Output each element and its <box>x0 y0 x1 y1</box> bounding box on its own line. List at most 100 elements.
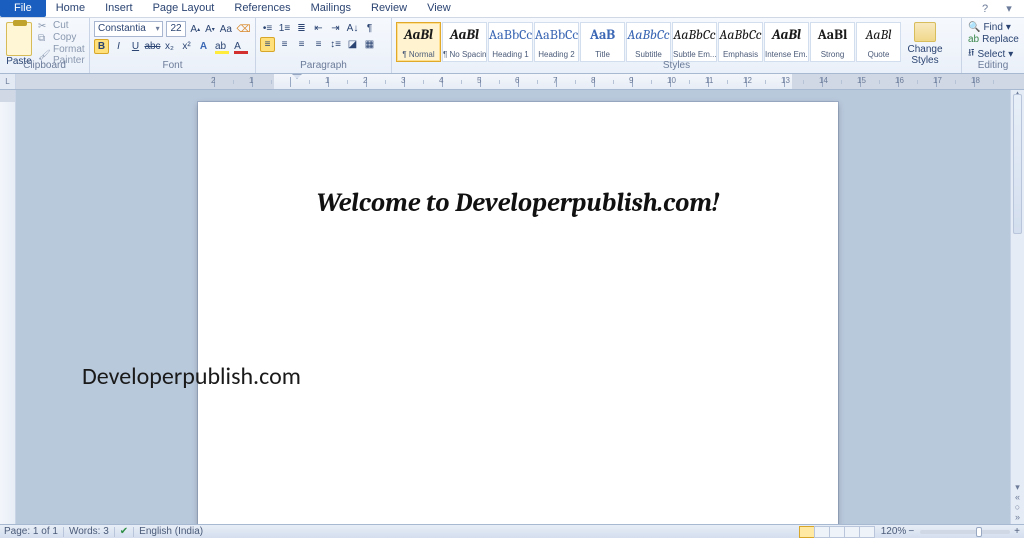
scroll-thumb[interactable] <box>1013 94 1022 234</box>
ruler-horizontal[interactable]: 21123456789101112131415161718 <box>16 74 1024 89</box>
ribbon-tabs: File Home Insert Page Layout References … <box>0 0 1024 18</box>
document-area: Welcome to Developerpublish.com! Develop… <box>0 90 1024 524</box>
align-right-button[interactable]: ≡ <box>294 37 309 52</box>
style-tile[interactable]: AaBbCcHeading 1 <box>488 22 533 62</box>
change-case-button[interactable]: Aa <box>219 22 233 37</box>
style-preview: AaBl <box>450 23 479 43</box>
group-clipboard: Paste ✂Cut ⧉Copy 🖌Format Painter Clipboa… <box>0 18 90 73</box>
tab-view[interactable]: View <box>417 0 461 17</box>
bullets-button[interactable]: •≡ <box>260 21 275 36</box>
shading-button[interactable]: ◪ <box>345 37 360 52</box>
ruler-horizontal-wrap: L 21123456789101112131415161718 <box>0 74 1024 90</box>
view-print-layout[interactable] <box>799 526 815 538</box>
window-controls: ? ▾ <box>976 0 1024 17</box>
text-effects-button[interactable]: A <box>196 39 211 54</box>
find-icon: 🔍 <box>968 22 980 33</box>
show-marks-button[interactable]: ¶ <box>362 21 377 36</box>
style-tile[interactable]: AaBlStrong <box>810 22 855 62</box>
group-font: Constantia▾ 22 A▴ A▾ Aa ⌫ B I U abc x₂ x… <box>90 18 256 73</box>
view-draft[interactable] <box>859 526 875 538</box>
clear-format-button[interactable]: ⌫ <box>236 22 251 37</box>
watermark-text: Developerpublish.com <box>82 362 301 391</box>
status-page[interactable]: Page: 1 of 1 <box>4 526 58 537</box>
zoom-in-button[interactable]: + <box>1014 526 1020 537</box>
status-language[interactable]: English (India) <box>139 526 203 537</box>
style-preview: AaBl <box>818 23 848 43</box>
replace-button[interactable]: abReplace <box>968 34 1018 45</box>
minimize-ribbon-icon[interactable]: ▾ <box>1000 2 1018 15</box>
tab-references[interactable]: References <box>224 0 300 17</box>
tab-file[interactable]: File <box>0 0 46 17</box>
style-preview: AaBbCc <box>673 23 715 43</box>
font-size-combo[interactable]: 22 <box>166 21 187 37</box>
style-tile[interactable]: AaBbCcHeading 2 <box>534 22 579 62</box>
shrink-font-button[interactable]: A▾ <box>204 22 216 37</box>
strikethrough-button[interactable]: abc <box>145 39 160 54</box>
multilevel-button[interactable]: ≣ <box>294 21 309 36</box>
proofing-icon[interactable]: ✔ <box>120 526 128 537</box>
style-tile[interactable]: AaBbCcEmphasis <box>718 22 763 62</box>
help-icon[interactable]: ? <box>976 3 994 15</box>
underline-button[interactable]: U <box>128 39 143 54</box>
align-center-button[interactable]: ≡ <box>277 37 292 52</box>
tab-review[interactable]: Review <box>361 0 417 17</box>
style-tile[interactable]: AaBlQuote <box>856 22 901 62</box>
style-preview: AaBl <box>772 23 801 43</box>
style-preview: AaBl <box>865 23 891 43</box>
align-left-button[interactable]: ≡ <box>260 37 275 52</box>
font-color-button[interactable]: A <box>230 39 245 54</box>
style-tile[interactable]: AaBTitle <box>580 22 625 62</box>
style-preview: AaBbCc <box>535 23 579 43</box>
style-tile[interactable]: AaBbCcSubtitle <box>626 22 671 62</box>
bold-button[interactable]: B <box>94 39 109 54</box>
document-page[interactable]: Welcome to Developerpublish.com! <box>198 102 838 524</box>
line-spacing-button[interactable]: ↕≡ <box>328 37 343 52</box>
style-tile[interactable]: AaBl¶ No Spacing <box>442 22 487 62</box>
zoom-slider[interactable] <box>920 530 1010 534</box>
status-words[interactable]: Words: 3 <box>69 526 109 537</box>
view-full-screen[interactable] <box>814 526 830 538</box>
paste-button[interactable] <box>6 22 32 56</box>
scrollbar-vertical[interactable]: ▴ ▾ « ○ » <box>1010 90 1024 524</box>
subscript-button[interactable]: x₂ <box>162 39 177 54</box>
ruler-vertical[interactable] <box>0 90 16 524</box>
style-preview: AaBbCc <box>627 23 669 43</box>
grow-font-button[interactable]: A▴ <box>189 22 201 37</box>
tab-home[interactable]: Home <box>46 0 95 17</box>
tab-mailings[interactable]: Mailings <box>301 0 361 17</box>
view-outline[interactable] <box>844 526 860 538</box>
zoom-out-button[interactable]: − <box>908 526 914 537</box>
style-tile[interactable]: AaBlIntense Em... <box>764 22 809 62</box>
tab-selector[interactable]: L <box>0 74 16 89</box>
next-page-icon[interactable]: » <box>1015 512 1020 522</box>
style-preview: AaBl <box>404 23 433 43</box>
group-label-font: Font <box>90 60 255 72</box>
scissors-icon: ✂ <box>38 21 50 31</box>
style-preview: AaB <box>590 23 615 43</box>
prev-page-icon[interactable]: « <box>1015 492 1020 502</box>
font-name-combo[interactable]: Constantia▾ <box>94 21 163 37</box>
superscript-button[interactable]: x² <box>179 39 194 54</box>
view-web-layout[interactable] <box>829 526 845 538</box>
increase-indent-button[interactable]: ⇥ <box>328 21 343 36</box>
cut-button[interactable]: ✂Cut <box>38 20 85 31</box>
sort-button[interactable]: A↓ <box>345 21 360 36</box>
browse-object-icon[interactable]: ○ <box>1015 502 1020 512</box>
style-preview: AaBbCc <box>719 23 761 43</box>
justify-button[interactable]: ≡ <box>311 37 326 52</box>
zoom-level[interactable]: 120% <box>881 526 907 537</box>
decrease-indent-button[interactable]: ⇤ <box>311 21 326 36</box>
style-tile[interactable]: AaBbCcSubtle Em... <box>672 22 717 62</box>
group-styles: AaBl¶ NormalAaBl¶ No SpacingAaBbCcHeadin… <box>392 18 962 73</box>
borders-button[interactable]: ▦ <box>362 37 377 52</box>
tab-page-layout[interactable]: Page Layout <box>143 0 225 17</box>
italic-button[interactable]: I <box>111 39 126 54</box>
group-label-styles: Styles <box>392 60 961 72</box>
style-tile[interactable]: AaBl¶ Normal <box>396 22 441 62</box>
highlight-button[interactable]: ab <box>213 39 228 54</box>
tab-insert[interactable]: Insert <box>95 0 143 17</box>
find-button[interactable]: 🔍Find ▾ <box>968 22 1018 33</box>
numbering-button[interactable]: 1≡ <box>277 21 292 36</box>
copy-button[interactable]: ⧉Copy <box>38 32 85 43</box>
document-title-text[interactable]: Welcome to Developerpublish.com! <box>198 188 838 218</box>
